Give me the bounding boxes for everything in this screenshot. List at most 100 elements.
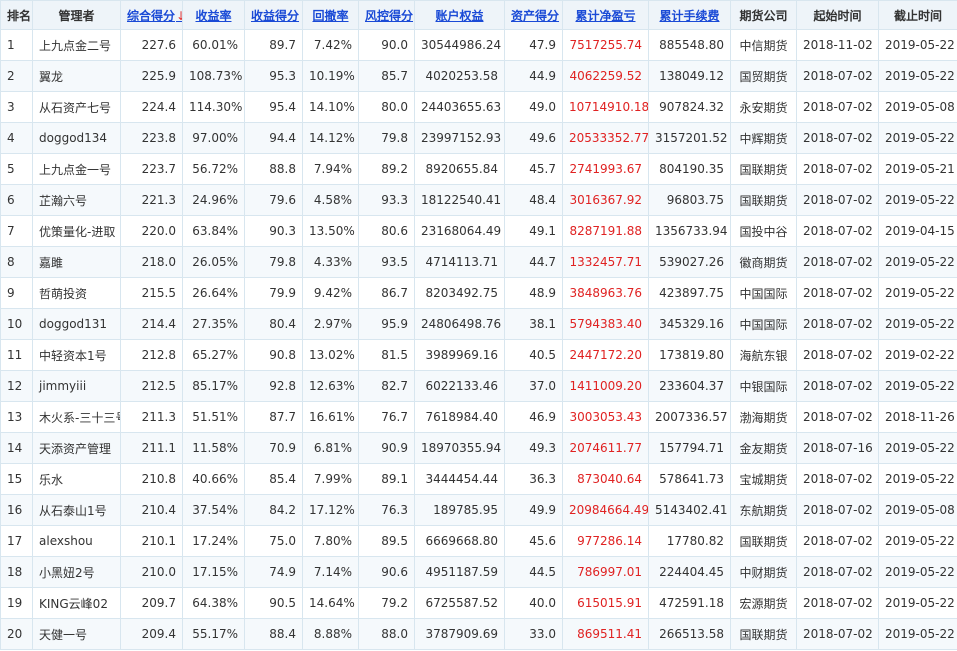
- cell-manager: 芷瀚六号: [32, 184, 121, 216]
- cell-manager: 天健一号: [32, 618, 121, 650]
- header-asset-score[interactable]: 资产得分: [504, 0, 563, 30]
- cell-composite-score: 211.1: [120, 432, 183, 464]
- cell-composite-score: 218.0: [120, 246, 183, 278]
- cell-return-score: 70.9: [244, 432, 303, 464]
- header-risk-score[interactable]: 风控得分: [358, 0, 415, 30]
- cell-return-rate: 26.64%: [182, 277, 245, 309]
- cell-fees: 157794.71: [648, 432, 731, 464]
- cell-drawdown: 7.14%: [302, 556, 359, 588]
- header-equity[interactable]: 账户权益: [414, 0, 505, 30]
- cell-return-rate: 37.54%: [182, 494, 245, 526]
- cell-equity: 30544986.24: [414, 29, 505, 61]
- cell-broker: 中国国际: [730, 308, 797, 340]
- cell-manager: 木火系-三十三号: [32, 401, 121, 433]
- cell-drawdown: 8.88%: [302, 618, 359, 650]
- cell-composite-score: 214.4: [120, 308, 183, 340]
- cell-end-date: 2018-11-26: [878, 401, 957, 433]
- table-row: 18 小黑妞2号 210.0 17.15% 74.9 7.14% 90.6 4951187.5…: [0, 556, 957, 588]
- cell-start-date: 2018-07-02: [796, 401, 879, 433]
- cell-rank: 10: [0, 308, 33, 340]
- cell-fees: 224404.45: [648, 556, 731, 588]
- cell-end-date: 2019-05-22: [878, 525, 957, 557]
- cell-start-date: 2018-07-02: [796, 339, 879, 371]
- cell-equity: 8203492.75: [414, 277, 505, 309]
- cell-equity: 24403655.63: [414, 91, 505, 123]
- cell-end-date: 2019-04-15: [878, 215, 957, 247]
- cell-equity: 4714113.71: [414, 246, 505, 278]
- cell-return-rate: 17.15%: [182, 556, 245, 588]
- header-drawdown[interactable]: 回撤率: [302, 0, 359, 30]
- header-net-pnl[interactable]: 累计净盈亏: [562, 0, 649, 30]
- cell-drawdown: 7.42%: [302, 29, 359, 61]
- header-return-rate[interactable]: 收益率: [182, 0, 245, 30]
- cell-start-date: 2018-07-02: [796, 91, 879, 123]
- cell-start-date: 2018-07-02: [796, 277, 879, 309]
- cell-return-rate: 97.00%: [182, 122, 245, 154]
- cell-asset-score: 48.4: [504, 184, 563, 216]
- table-row: 6 芷瀚六号 221.3 24.96% 79.6 4.58% 93.3 18122540.41…: [0, 184, 957, 216]
- cell-net-pnl: 3848963.76: [562, 277, 649, 309]
- cell-return-score: 90.5: [244, 587, 303, 619]
- cell-rank: 11: [0, 339, 33, 371]
- cell-end-date: 2019-05-22: [878, 618, 957, 650]
- cell-broker: 金友期货: [730, 432, 797, 464]
- cell-return-rate: 51.51%: [182, 401, 245, 433]
- cell-net-pnl: 786997.01: [562, 556, 649, 588]
- cell-drawdown: 7.94%: [302, 153, 359, 185]
- cell-return-rate: 114.30%: [182, 91, 245, 123]
- header-return-score[interactable]: 收益得分: [244, 0, 303, 30]
- cell-end-date: 2019-05-21: [878, 153, 957, 185]
- cell-manager: 上九点金二号: [32, 29, 121, 61]
- cell-risk-score: 79.2: [358, 587, 415, 619]
- cell-broker: 中国国际: [730, 277, 797, 309]
- cell-drawdown: 6.81%: [302, 432, 359, 464]
- cell-fees: 138049.12: [648, 60, 731, 92]
- cell-rank: 17: [0, 525, 33, 557]
- table-row: 13 木火系-三十三号 211.3 51.51% 87.7 16.61% 76.7 76189…: [0, 401, 957, 433]
- cell-return-rate: 85.17%: [182, 370, 245, 402]
- cell-rank: 14: [0, 432, 33, 464]
- cell-risk-score: 89.5: [358, 525, 415, 557]
- cell-end-date: 2019-05-22: [878, 277, 957, 309]
- cell-rank: 13: [0, 401, 33, 433]
- cell-return-rate: 56.72%: [182, 153, 245, 185]
- cell-composite-score: 210.1: [120, 525, 183, 557]
- cell-net-pnl: 8287191.88: [562, 215, 649, 247]
- cell-rank: 8: [0, 246, 33, 278]
- cell-net-pnl: 7517255.74: [562, 29, 649, 61]
- header-composite-score[interactable]: 综合得分↓: [120, 0, 183, 30]
- cell-return-rate: 26.05%: [182, 246, 245, 278]
- cell-broker: 永安期货: [730, 91, 797, 123]
- header-fees[interactable]: 累计手续费: [648, 0, 731, 30]
- cell-equity: 18970355.94: [414, 432, 505, 464]
- cell-fees: 96803.75: [648, 184, 731, 216]
- cell-equity: 7618984.40: [414, 401, 505, 433]
- cell-risk-score: 82.7: [358, 370, 415, 402]
- cell-start-date: 2018-07-02: [796, 494, 879, 526]
- cell-end-date: 2019-05-08: [878, 91, 957, 123]
- cell-return-rate: 65.27%: [182, 339, 245, 371]
- cell-manager: 嘉雎: [32, 246, 121, 278]
- cell-start-date: 2018-07-02: [796, 587, 879, 619]
- cell-return-rate: 63.84%: [182, 215, 245, 247]
- cell-start-date: 2018-11-02: [796, 29, 879, 61]
- cell-manager: 从石泰山1号: [32, 494, 121, 526]
- cell-fees: 2007336.57: [648, 401, 731, 433]
- cell-composite-score: 215.5: [120, 277, 183, 309]
- cell-equity: 8920655.84: [414, 153, 505, 185]
- cell-broker: 国投中谷: [730, 215, 797, 247]
- cell-risk-score: 86.7: [358, 277, 415, 309]
- cell-manager: 上九点金一号: [32, 153, 121, 185]
- cell-end-date: 2019-05-22: [878, 246, 957, 278]
- table-row: 12 jimmyiii 212.5 85.17% 92.8 12.63% 82.7 60221…: [0, 370, 957, 402]
- cell-start-date: 2018-07-02: [796, 122, 879, 154]
- cell-risk-score: 93.3: [358, 184, 415, 216]
- cell-asset-score: 46.9: [504, 401, 563, 433]
- cell-manager: alexshou: [32, 525, 121, 557]
- cell-risk-score: 76.7: [358, 401, 415, 433]
- cell-risk-score: 81.5: [358, 339, 415, 371]
- cell-asset-score: 47.9: [504, 29, 563, 61]
- cell-start-date: 2018-07-02: [796, 153, 879, 185]
- cell-return-rate: 55.17%: [182, 618, 245, 650]
- cell-drawdown: 17.12%: [302, 494, 359, 526]
